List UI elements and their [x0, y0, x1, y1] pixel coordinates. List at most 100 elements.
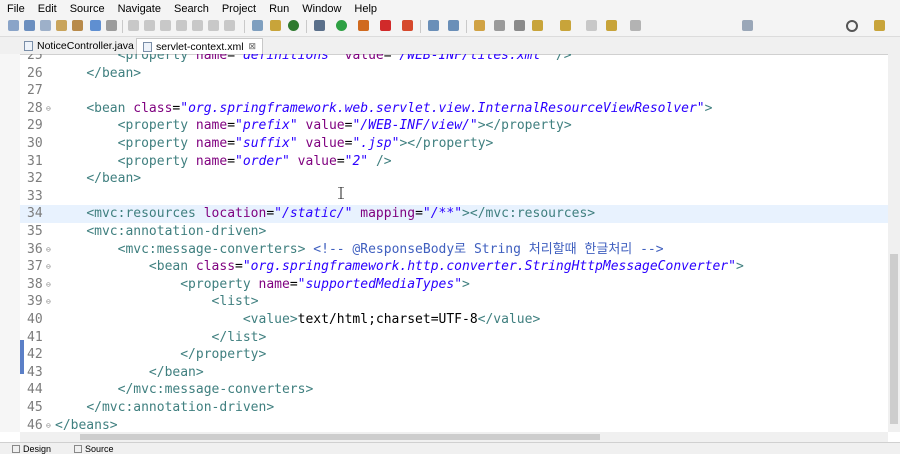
tab-notice-controller[interactable]: NoticeController.java — [18, 38, 140, 53]
search-pencil-icon[interactable] — [494, 20, 505, 31]
menu-run[interactable]: Run — [262, 3, 295, 15]
code-text[interactable]: </list> — [55, 329, 267, 347]
code-line-46[interactable]: 46 ⊖ </beans> — [20, 417, 888, 432]
code-line-30[interactable]: 30 <property name="suffix" value=".jsp">… — [20, 135, 888, 153]
code-text[interactable]: </bean> — [55, 65, 141, 83]
code-line-29[interactable]: 29 <property name="prefix" value="/WEB-I… — [20, 117, 888, 135]
close-icon[interactable]: ⊠ — [249, 41, 257, 52]
code-text[interactable]: <mvc:resources location="/static/" mappi… — [55, 205, 595, 223]
tab-servlet-context[interactable]: servlet-context.xml ⊠ — [136, 38, 264, 54]
code-line-43[interactable]: 43 </bean> — [20, 364, 888, 382]
open-task-icon[interactable] — [474, 20, 485, 31]
next-annotation-icon[interactable] — [532, 20, 543, 31]
console-icon[interactable] — [90, 20, 101, 31]
code-editor[interactable]: 25 <property name="definitions" value="/… — [20, 54, 888, 432]
new-package-icon[interactable] — [448, 20, 459, 31]
new-java-project-icon[interactable] — [428, 20, 439, 31]
external-tools-icon[interactable] — [402, 20, 413, 31]
code-text[interactable]: </property> — [55, 346, 266, 364]
code-text[interactable]: <value>text/html;charset=UTF-8</value> — [55, 311, 540, 329]
code-line-41[interactable]: 41 </list> — [20, 329, 888, 347]
tab-design[interactable]: Design — [8, 443, 55, 454]
toggle-ant-icon[interactable] — [514, 20, 525, 31]
code-line-36[interactable]: 36 ⊖ <mvc:message-converters> <!-- @Respo… — [20, 241, 888, 259]
vertical-scroll-thumb[interactable] — [890, 254, 898, 424]
fold-toggle-icon[interactable]: ⊖ — [46, 417, 51, 432]
code-text[interactable]: <property name="definitions" value="/WEB… — [55, 54, 572, 65]
run-icon[interactable] — [336, 20, 347, 31]
code-line-27[interactable]: 27 — [20, 82, 888, 100]
open-perspective-icon[interactable] — [874, 20, 885, 31]
spring-boot-icon[interactable] — [288, 20, 299, 31]
code-line-44[interactable]: 44 </mvc:message-converters> — [20, 381, 888, 399]
fold-toggle-icon[interactable]: ⊖ — [46, 258, 51, 276]
code-text[interactable]: </bean> — [55, 170, 141, 188]
menu-help[interactable]: Help — [347, 3, 383, 15]
code-line-35[interactable]: 35 <mvc:annotation-driven> — [20, 223, 888, 241]
disconnect-icon[interactable] — [176, 20, 187, 31]
menu-file[interactable]: File — [0, 3, 31, 15]
pin-editor-icon[interactable] — [742, 20, 753, 31]
back-icon[interactable] — [606, 20, 617, 31]
fold-toggle-icon[interactable]: ⊖ — [46, 100, 51, 118]
code-line-26[interactable]: 26 </bean> — [20, 65, 888, 83]
code-text[interactable]: </mvc:message-converters> — [55, 381, 314, 399]
menu-edit[interactable]: Edit — [31, 3, 63, 15]
code-line-31[interactable]: 31 <property name="order" value="2" /> — [20, 153, 888, 171]
code-line-25[interactable]: 25 <property name="definitions" value="/… — [20, 54, 888, 65]
stop-icon[interactable] — [380, 20, 391, 31]
code-text[interactable]: <property name="prefix" value="/WEB-INF/… — [55, 117, 572, 135]
code-line-32[interactable]: 32 </bean> — [20, 170, 888, 188]
save-all-icon[interactable] — [40, 20, 51, 31]
code-text[interactable]: </mvc:annotation-driven> — [55, 399, 274, 417]
fold-toggle-icon[interactable]: ⊖ — [46, 276, 51, 294]
save-icon[interactable] — [24, 20, 35, 31]
vertical-scrollbar[interactable] — [888, 54, 900, 432]
fold-toggle-icon[interactable]: ⊖ — [46, 293, 51, 311]
suspend-icon[interactable] — [144, 20, 155, 31]
print-icon[interactable] — [56, 20, 67, 31]
previous-annotation-icon[interactable] — [560, 20, 571, 31]
code-text[interactable]: <bean class="org.springframework.http.co… — [55, 258, 744, 276]
forward-icon[interactable] — [630, 20, 641, 31]
code-line-42[interactable]: 42 </property> — [20, 346, 888, 364]
horizontal-scrollbar[interactable] — [20, 432, 888, 442]
fold-toggle-icon[interactable]: ⊖ — [46, 241, 51, 259]
menu-project[interactable]: Project — [215, 3, 262, 15]
code-text[interactable]: </beans> — [55, 417, 118, 432]
code-text[interactable]: <list> — [55, 293, 259, 311]
server-icon[interactable] — [270, 20, 281, 31]
code-line-33[interactable]: 33 — [20, 188, 888, 206]
code-line-28[interactable]: 28 ⊖ <bean class="org.springframework.web… — [20, 100, 888, 118]
menu-source[interactable]: Source — [63, 3, 111, 15]
code-line-40[interactable]: 40 <value>text/html;charset=UTF-8</value… — [20, 311, 888, 329]
resume-icon[interactable] — [128, 20, 139, 31]
code-line-38[interactable]: 38 ⊖ <property name="supportedMediaTypes"… — [20, 276, 888, 294]
menu-navigate[interactable]: Navigate — [111, 3, 167, 15]
code-line-39[interactable]: 39 ⊖ <list> — [20, 293, 888, 311]
code-text[interactable]: <mvc:annotation-driven> — [55, 223, 266, 241]
code-text[interactable]: </bean> — [55, 364, 204, 382]
coverage-icon[interactable] — [358, 20, 369, 31]
code-text[interactable]: <property name="order" value="2" /> — [55, 153, 392, 171]
code-line-37[interactable]: 37 ⊖ <bean class="org.springframework.htt… — [20, 258, 888, 276]
horizontal-scroll-thumb[interactable] — [80, 434, 600, 440]
code-text[interactable]: <mvc:message-converters> <!-- @ResponseB… — [55, 241, 664, 259]
terminate-icon[interactable] — [160, 20, 171, 31]
step-into-icon[interactable] — [192, 20, 203, 31]
word-wrap-icon[interactable] — [252, 20, 263, 31]
new-icon[interactable] — [8, 20, 19, 31]
tab-source[interactable]: Source — [70, 443, 118, 454]
code-text[interactable]: <property name="suffix" value=".jsp"></p… — [55, 135, 494, 153]
open-type-icon[interactable] — [72, 20, 83, 31]
search-icon[interactable] — [846, 20, 858, 32]
menu-window[interactable]: Window — [295, 3, 347, 15]
step-return-icon[interactable] — [224, 20, 235, 31]
code-line-45[interactable]: 45 </mvc:annotation-driven> — [20, 399, 888, 417]
step-over-icon[interactable] — [208, 20, 219, 31]
code-text[interactable]: <property name="supportedMediaTypes"> — [55, 276, 470, 294]
code-line-34[interactable]: 34 <mvc:resources location="/static/" ma… — [20, 205, 888, 223]
code-text[interactable]: <bean class="org.springframework.web.ser… — [55, 100, 712, 118]
toggle-mark-icon[interactable] — [106, 20, 117, 31]
last-edit-location-icon[interactable] — [586, 20, 597, 31]
